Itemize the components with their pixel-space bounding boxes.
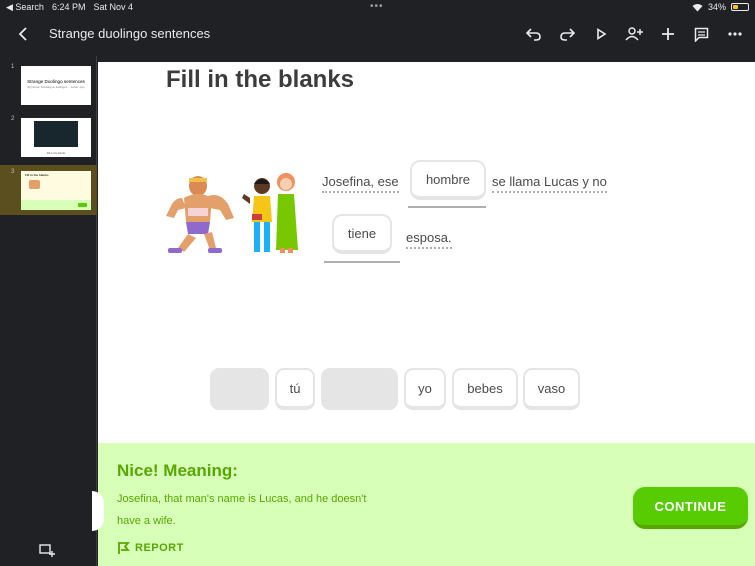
word-bank-tile[interactable]: bebes — [452, 368, 518, 410]
continue-button[interactable]: CONTINUE — [633, 487, 748, 529]
word-bank-tile[interactable]: tú — [275, 368, 315, 410]
add-icon — [662, 28, 674, 40]
report-label: REPORT — [135, 542, 184, 554]
wifi-icon — [692, 3, 703, 11]
word-bank-tile[interactable]: yo — [404, 368, 446, 410]
woman-character-icon — [276, 173, 298, 253]
panel-edge-tab — [92, 491, 104, 531]
multitasking-dots-icon[interactable]: ••• — [370, 1, 384, 12]
status-time: 6:24 PM — [51, 1, 86, 12]
status-date: Sat Nov 4 — [93, 1, 134, 12]
document-title: Strange duolingo sentences — [49, 26, 211, 41]
insert-button[interactable] — [657, 23, 679, 45]
slide-preview: Fill in the blanks — [21, 171, 91, 210]
word-bank-tile-used — [210, 368, 269, 410]
meaning-line-1: Josefina, that man's name is Lucas, and … — [117, 493, 367, 505]
add-slide-icon — [39, 544, 55, 557]
slide-canvas[interactable]: Fill in the blanks Josefina, ese hombre … — [92, 56, 755, 566]
sentence-part-3: esposa. — [406, 230, 452, 249]
blank-1-underline — [408, 206, 486, 208]
stage-top-border — [98, 56, 755, 62]
comment-icon — [694, 27, 708, 42]
slide-sidebar: 1 Strange Duolingo sentences By prompt. … — [0, 56, 97, 566]
battery-percent: 34% — [707, 2, 726, 12]
meaning-line-2: have a wife. — [117, 515, 176, 527]
comments-button[interactable] — [690, 23, 712, 45]
word-bank-tile-used — [321, 368, 398, 410]
present-button[interactable] — [590, 23, 612, 45]
slide-number: 1 — [11, 64, 15, 70]
sentence-part-1: Josefina, ese — [322, 174, 399, 193]
blank-1-filled-word[interactable]: hombre — [410, 160, 486, 200]
characters-illustration — [166, 173, 298, 253]
thumb-image — [34, 121, 78, 147]
slide-number: 2 — [11, 116, 15, 122]
thumb-subtitle: By prompt. Focusing on duolingo's ... Lu… — [27, 86, 85, 89]
sentence-part-2: se llama Lucas y no — [492, 174, 607, 193]
exercise-heading: Fill in the blanks — [166, 66, 355, 93]
undo-button[interactable] — [523, 23, 545, 45]
thumb-figures — [29, 180, 40, 189]
thumb-title: Strange Duolingo sentences — [27, 79, 85, 84]
slide-preview: Fill in the blanks — [21, 118, 91, 157]
back-icon — [18, 27, 27, 41]
redo-button[interactable] — [556, 23, 578, 45]
feedback-meaning: Josefina, that man's name is Lucas, and … — [117, 488, 417, 532]
slide-number: 3 — [11, 169, 15, 175]
blank-2-filled-word[interactable]: tiene — [332, 214, 392, 254]
feedback-title: Nice! Meaning: — [117, 461, 238, 480]
app-toolbar: Strange duolingo sentences — [0, 14, 755, 56]
report-button[interactable]: REPORT — [117, 541, 184, 555]
back-to-app-link[interactable]: ◀ Search — [6, 2, 44, 13]
status-bar: ◀ Search 6:24 PM Sat Nov 4 ••• 34% — [0, 0, 755, 14]
slide-preview: Strange Duolingo sentences By prompt. Fo… — [21, 66, 91, 105]
muscular-character-icon — [166, 176, 234, 253]
thumb-caption: Fill in the blanks — [25, 173, 49, 177]
undo-icon — [526, 28, 541, 41]
more-icon — [728, 32, 742, 36]
blank-2-underline — [324, 261, 400, 263]
add-person-icon — [625, 27, 643, 41]
share-button[interactable] — [623, 23, 645, 45]
slide-thumbnail-3[interactable]: 3 Fill in the blanks — [0, 165, 97, 215]
flag-icon — [118, 542, 130, 554]
battery-icon — [731, 3, 749, 11]
back-button[interactable] — [12, 23, 34, 45]
add-slide-button[interactable] — [39, 543, 55, 557]
thumb-caption: Fill in the blanks — [46, 152, 66, 155]
thumb-continue — [78, 203, 87, 207]
word-bank-tile[interactable]: vaso — [523, 368, 580, 410]
more-options-button[interactable] — [724, 23, 746, 45]
man-character-icon — [242, 178, 272, 252]
slide-thumbnail-1[interactable]: 1 Strange Duolingo sentences By prompt. … — [0, 60, 97, 110]
redo-icon — [560, 28, 575, 41]
play-icon — [597, 28, 607, 40]
slide-thumbnail-2[interactable]: 2 Fill in the blanks — [0, 112, 97, 162]
feedback-panel: Nice! Meaning: Josefina, that man's name… — [92, 443, 755, 566]
